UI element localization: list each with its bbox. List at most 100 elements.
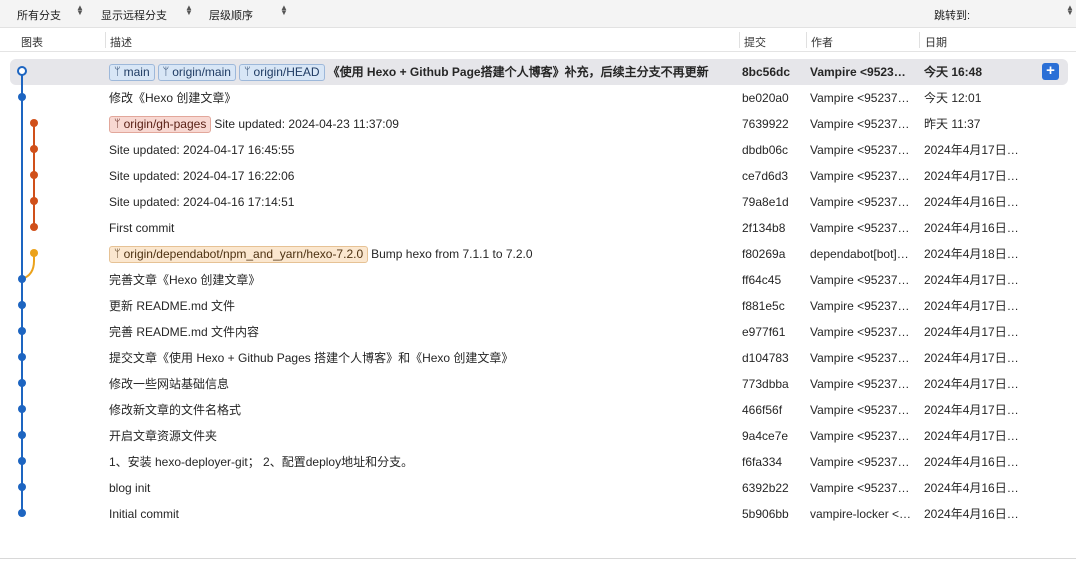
chevron-updown-icon[interactable]: ▲ ▼	[185, 4, 193, 17]
commit-row[interactable]: 开启文章资源文件夹 9a4ce7e Vampire <95237… 2024年4月17…	[0, 423, 1076, 449]
commit-dot[interactable]	[18, 327, 26, 335]
commit-row[interactable]: 完善 README.md 文件内容 e977f61 Vampire <95237… 2…	[0, 319, 1076, 345]
branch-tag[interactable]: ᛘ origin/main	[157, 63, 236, 81]
commit-date: 2024年4月17日…	[924, 273, 1019, 287]
branch-tag[interactable]: ᛘ origin/dependabot/npm_and_yarn/hexo-7.2…	[109, 245, 369, 263]
commit-hash: 466f56f	[742, 403, 783, 417]
commit-hash: 6392b22	[742, 481, 789, 495]
commit-row[interactable]: Initial commit 5b906bb vampire-locker <… 20…	[0, 501, 1076, 527]
column-divider[interactable]	[105, 32, 106, 48]
commit-description: ᛘ origin/gh-pages Site updated: 2024-04-23…	[109, 114, 729, 134]
commit-message: 修改《Hexo 创建文章》	[109, 91, 237, 105]
branch-icon: ᛘ	[162, 66, 170, 78]
commit-date: 2024年4月16日…	[924, 481, 1019, 495]
commit-dot[interactable]	[30, 249, 38, 257]
branch-tag[interactable]: ᛘ origin/gh-pages	[109, 115, 212, 133]
chevron-updown-icon[interactable]: ▲ ▼	[76, 4, 84, 17]
add-icon[interactable]: +	[1042, 63, 1059, 80]
col-description[interactable]: 描述	[110, 34, 132, 50]
commit-dot[interactable]	[17, 66, 27, 76]
commit-row[interactable]: 修改《Hexo 创建文章》 be020a0 Vampire <95237… 今天 12…	[0, 85, 1076, 111]
col-date[interactable]: 日期	[925, 34, 947, 50]
column-divider[interactable]	[919, 32, 920, 48]
branch-filter-select[interactable]: 所有分支	[17, 7, 61, 23]
commit-message: 提交文章《使用 Hexo + Github Pages 搭建个人博客》和《Hex…	[109, 351, 514, 365]
chevron-updown-icon[interactable]: ▲ ▼	[280, 4, 288, 17]
commit-author: Vampire <95237…	[810, 143, 910, 157]
commit-row[interactable]: 更新 README.md 文件 f881e5c Vampire <95237… 202…	[0, 293, 1076, 319]
col-commit[interactable]: 提交	[744, 34, 766, 50]
commit-row[interactable]: 1、安装 hexo-deployer-git； 2、配置deploy地址和分支。…	[0, 449, 1076, 475]
commit-row[interactable]: First commit 2f134b8 Vampire <95237… 2024年4…	[0, 215, 1076, 241]
commit-author: Vampire <95237…	[810, 481, 910, 495]
branch-icon: ᛘ	[114, 66, 121, 78]
commit-description: Initial commit	[109, 504, 729, 524]
commit-message: Site updated: 2024-04-17 16:45:55	[109, 143, 295, 157]
commit-dot[interactable]	[18, 353, 26, 361]
toolbar: 所有分支 ▲ ▼ 显示远程分支 ▲ ▼ 层级顺序 ▲ ▼ 跳转到: ▲ ▼	[0, 0, 1076, 28]
commit-author: Vampire <95237…	[810, 351, 910, 365]
commit-dot[interactable]	[30, 171, 38, 179]
commit-dot[interactable]	[18, 301, 26, 309]
chevron-updown-icon[interactable]: ▲ ▼	[1066, 4, 1074, 17]
branch-tag[interactable]: ᛘ origin/HEAD	[238, 63, 325, 81]
commit-date: 2024年4月17日…	[924, 325, 1019, 339]
commit-description: Site updated: 2024-04-17 16:45:55	[109, 140, 729, 160]
commit-dot[interactable]	[18, 275, 26, 283]
commit-row[interactable]: ᛘ origin/dependabot/npm_and_yarn/hexo-7.2…	[0, 241, 1076, 267]
column-divider[interactable]	[739, 32, 740, 48]
commit-date: 2024年4月16日…	[924, 507, 1019, 521]
column-header: 图表 描述 提交 作者 日期	[0, 28, 1076, 52]
commit-row[interactable]: Site updated: 2024-04-17 16:45:55 dbdb06c…	[0, 137, 1076, 163]
commit-row[interactable]: 修改一些网站基础信息 773dbba Vampire <95237… 2024年4月1…	[0, 371, 1076, 397]
commit-dot[interactable]	[18, 509, 26, 517]
commit-dot[interactable]	[30, 145, 38, 153]
commit-author: Vampire <95237…	[810, 377, 910, 391]
commit-row[interactable]: ᛘ main ᛘ origin/main ᛘ origin/HEAD 《使用 Hexo + …	[10, 59, 1068, 85]
commit-row[interactable]: 完善文章《Hexo 创建文章》 ff64c45 Vampire <95237… 202…	[0, 267, 1076, 293]
commit-row[interactable]: Site updated: 2024-04-16 17:14:51 79a8e1d…	[0, 189, 1076, 215]
commit-author: Vampire <9523…	[810, 65, 906, 79]
commit-description: ᛘ main ᛘ origin/main ᛘ origin/HEAD 《使用 Hexo + …	[109, 62, 729, 82]
commit-row[interactable]: ᛘ origin/gh-pages Site updated: 2024-04-23…	[0, 111, 1076, 137]
column-divider[interactable]	[806, 32, 807, 48]
commit-dot[interactable]	[30, 223, 38, 231]
branch-icon: ᛘ	[243, 66, 251, 78]
remote-branches-select[interactable]: 显示远程分支	[101, 7, 167, 23]
commit-date: 2024年4月16日…	[924, 221, 1019, 235]
commit-row[interactable]: blog init 6392b22 Vampire <95237… 2024年4月16…	[0, 475, 1076, 501]
commit-hash: be020a0	[742, 91, 789, 105]
commit-description: ᛘ origin/dependabot/npm_and_yarn/hexo-7.2…	[109, 244, 729, 264]
bottom-divider	[0, 558, 1076, 559]
commit-description: First commit	[109, 218, 729, 238]
commit-description: 修改《Hexo 创建文章》	[109, 88, 729, 108]
commit-dot[interactable]	[18, 483, 26, 491]
commit-row[interactable]: 修改新文章的文件名格式 466f56f Vampire <95237… 2024年4月…	[0, 397, 1076, 423]
commit-row[interactable]: 提交文章《使用 Hexo + Github Pages 搭建个人博客》和《Hex…	[0, 345, 1076, 371]
branch-tag[interactable]: ᛘ main	[109, 63, 155, 81]
commit-dot[interactable]	[18, 457, 26, 465]
commit-dot[interactable]	[30, 197, 38, 205]
commit-dot[interactable]	[30, 119, 38, 127]
commit-author: Vampire <95237…	[810, 91, 910, 105]
commit-description: 开启文章资源文件夹	[109, 426, 729, 446]
col-author[interactable]: 作者	[811, 34, 833, 50]
commit-message: Site updated: 2024-04-16 17:14:51	[109, 195, 295, 209]
order-select[interactable]: 层级顺序	[209, 7, 253, 23]
branch-tag-label: origin/HEAD	[253, 65, 320, 79]
commit-author: Vampire <95237…	[810, 169, 910, 183]
commit-date: 2024年4月17日…	[924, 143, 1019, 157]
commit-row[interactable]: Site updated: 2024-04-17 16:22:06 ce7d6d3…	[0, 163, 1076, 189]
commit-dot[interactable]	[18, 93, 26, 101]
commit-date: 2024年4月18日…	[924, 247, 1019, 261]
col-graph[interactable]: 图表	[21, 34, 43, 50]
commit-message: Site updated: 2024-04-23 11:37:09	[214, 117, 399, 131]
commit-dot[interactable]	[18, 431, 26, 439]
commit-hash: f80269a	[742, 247, 786, 261]
commit-dot[interactable]	[18, 379, 26, 387]
commit-dot[interactable]	[18, 405, 26, 413]
commit-author: Vampire <95237…	[810, 273, 910, 287]
commit-message: 完善 README.md 文件内容	[109, 325, 260, 339]
commit-message: 更新 README.md 文件	[109, 299, 236, 313]
commit-author: Vampire <95237…	[810, 455, 910, 469]
